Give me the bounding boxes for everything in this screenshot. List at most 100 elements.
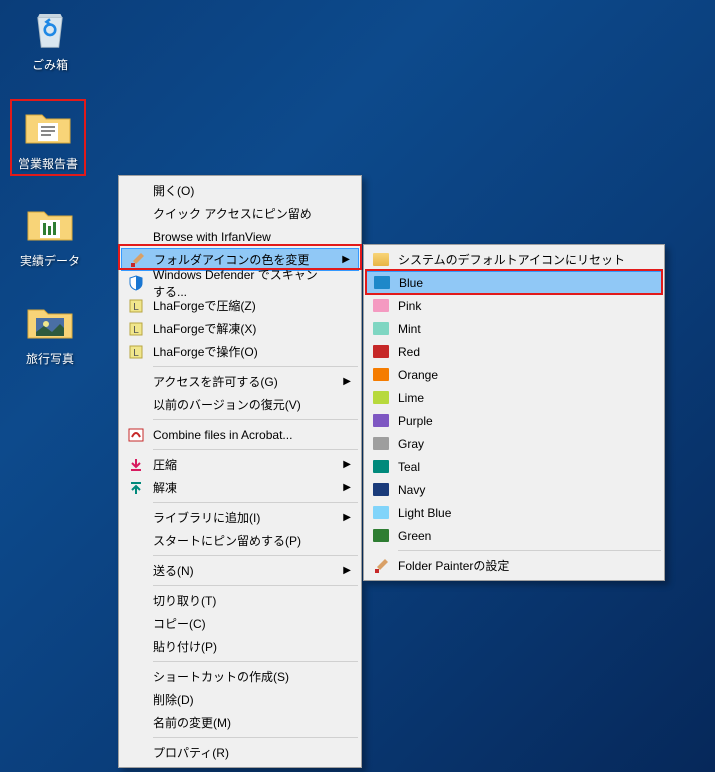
menu-item[interactable]: Lime — [366, 386, 662, 409]
menu-item[interactable]: Blue — [366, 271, 662, 294]
menu-item[interactable]: Purple — [366, 409, 662, 432]
decompress-icon — [127, 479, 145, 497]
menu-item[interactable]: Gray — [366, 432, 662, 455]
color-swatch-icon — [373, 274, 391, 292]
blank-icon — [127, 373, 145, 391]
menu-item[interactable]: Red — [366, 340, 662, 363]
blank-icon — [127, 205, 145, 223]
defender-icon — [127, 274, 145, 292]
menu-item[interactable]: 名前の変更(M) — [121, 711, 359, 734]
menu-item[interactable]: L LhaForgeで解凍(X) — [121, 317, 359, 340]
color-swatch-icon — [372, 343, 390, 361]
desktop-icon-folder-selected[interactable]: 営業報告書 — [10, 99, 86, 176]
menu-item[interactable]: 解凍▶ — [121, 476, 359, 499]
color-swatch-icon — [372, 366, 390, 384]
menu-item[interactable]: システムのデフォルトアイコンにリセット — [366, 248, 662, 271]
menu-separator — [153, 502, 358, 503]
menu-item-label: ライブラリに追加(I) — [153, 509, 260, 526]
menu-item[interactable]: 切り取り(T) — [121, 589, 359, 612]
menu-separator — [153, 555, 358, 556]
svg-text:L: L — [133, 325, 139, 336]
menu-item-label: 切り取り(T) — [153, 592, 216, 609]
submenu-arrow-icon: ▶ — [343, 459, 351, 470]
desktop-icon-folder[interactable]: 実績データ — [12, 200, 88, 269]
blank-icon — [127, 509, 145, 527]
menu-item[interactable]: Teal — [366, 455, 662, 478]
folder-icon — [24, 103, 72, 151]
menu-item[interactable]: 削除(D) — [121, 688, 359, 711]
menu-item[interactable]: Folder Painterの設定 — [366, 554, 662, 577]
lha-z-icon: L — [127, 297, 145, 315]
menu-item[interactable]: Mint — [366, 317, 662, 340]
menu-item[interactable]: Combine files in Acrobat... — [121, 423, 359, 446]
color-swatch-icon — [372, 412, 390, 430]
menu-item[interactable]: Light Blue — [366, 501, 662, 524]
blank-icon — [127, 532, 145, 550]
blank-icon — [127, 396, 145, 414]
svg-text:L: L — [133, 348, 139, 359]
menu-item-label: ショートカットの作成(S) — [153, 668, 289, 685]
menu-item-label: Green — [398, 529, 431, 543]
menu-item-label: Pink — [398, 299, 421, 313]
folder-icon — [26, 298, 74, 346]
menu-item[interactable]: ライブラリに追加(I) ▶ — [121, 506, 359, 529]
menu-item[interactable]: クイック アクセスにピン留め — [121, 202, 359, 225]
color-swatch-icon — [372, 297, 390, 315]
blank-icon — [127, 714, 145, 732]
menu-item[interactable]: コピー(C) — [121, 612, 359, 635]
menu-item[interactable]: アクセスを許可する(G)▶ — [121, 370, 359, 393]
submenu-arrow-icon: ▶ — [342, 254, 350, 265]
compress-icon — [127, 456, 145, 474]
desktop-icon-folder[interactable]: 旅行写真 — [12, 298, 88, 367]
menu-separator — [153, 419, 358, 420]
menu-item[interactable]: プロパティ(R) — [121, 741, 359, 764]
menu-item-label: Combine files in Acrobat... — [153, 428, 292, 442]
menu-item-label: LhaForgeで解凍(X) — [153, 320, 256, 337]
menu-item-label: プロパティ(R) — [153, 744, 229, 761]
menu-item-label: 圧縮 — [153, 456, 177, 473]
menu-item-label: 削除(D) — [153, 691, 194, 708]
menu-item-label: Purple — [398, 414, 433, 428]
menu-item-label: クイック アクセスにピン留め — [153, 205, 312, 222]
brush-icon — [372, 557, 390, 575]
color-swatch-icon — [372, 458, 390, 476]
menu-item[interactable]: L LhaForgeで圧縮(Z) — [121, 294, 359, 317]
menu-item[interactable]: Windows Defender でスキャンする... — [121, 271, 359, 294]
blank-icon — [127, 562, 145, 580]
menu-item[interactable]: Pink — [366, 294, 662, 317]
menu-item-label: アクセスを許可する(G) — [153, 373, 278, 390]
submenu-arrow-icon: ▶ — [343, 512, 351, 523]
menu-item-label: Teal — [398, 460, 420, 474]
blank-icon — [127, 668, 145, 686]
menu-item-label: スタートにピン留めする(P) — [153, 532, 301, 549]
context-menu-main: 開く(O) クイック アクセスにピン留め Browse with IrfanView… — [118, 175, 362, 768]
menu-item[interactable]: ショートカットの作成(S) — [121, 665, 359, 688]
menu-item[interactable]: スタートにピン留めする(P) — [121, 529, 359, 552]
menu-item-label: 送る(N) — [153, 562, 194, 579]
menu-item[interactable]: LLhaForgeで操作(O) — [121, 340, 359, 363]
recycle-bin-icon — [26, 4, 74, 52]
color-swatch-icon — [372, 389, 390, 407]
menu-separator — [153, 661, 358, 662]
menu-item[interactable]: Navy — [366, 478, 662, 501]
color-swatch-icon — [372, 481, 390, 499]
menu-item-label: Red — [398, 345, 420, 359]
menu-item-label: Navy — [398, 483, 425, 497]
menu-separator — [153, 585, 358, 586]
menu-item[interactable]: Orange — [366, 363, 662, 386]
menu-item[interactable]: 送る(N)▶ — [121, 559, 359, 582]
menu-separator — [398, 550, 661, 551]
menu-item-label: Light Blue — [398, 506, 451, 520]
menu-item-label: LhaForgeで圧縮(Z) — [153, 297, 256, 314]
brush-icon — [128, 251, 146, 269]
menu-item[interactable]: 貼り付け(P) — [121, 635, 359, 658]
menu-item[interactable]: 開く(O) — [121, 179, 359, 202]
menu-item[interactable]: Browse with IrfanView — [121, 225, 359, 248]
color-swatch-icon — [372, 320, 390, 338]
menu-separator — [153, 449, 358, 450]
desktop-icon-recycle-bin[interactable]: ごみ箱 — [12, 4, 88, 73]
blank-icon — [127, 182, 145, 200]
menu-item[interactable]: 圧縮 ▶ — [121, 453, 359, 476]
menu-item[interactable]: 以前のバージョンの復元(V) — [121, 393, 359, 416]
menu-item[interactable]: Green — [366, 524, 662, 547]
